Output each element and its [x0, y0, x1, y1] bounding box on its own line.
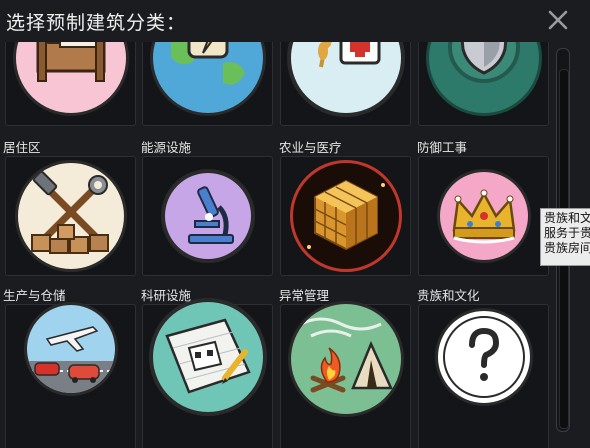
- tooltip-line: 贵族和文: [544, 211, 590, 225]
- category-tile-camping[interactable]: [280, 301, 411, 448]
- crown-icon: [436, 169, 531, 263]
- tooltip-line: 服务于贵: [544, 226, 590, 240]
- energy-globe-icon: [149, 42, 266, 116]
- close-button[interactable]: [544, 6, 572, 34]
- category-tile-defense[interactable]: [418, 42, 549, 126]
- category-tile-transport[interactable]: [5, 302, 136, 448]
- category-label: 贵族和文化: [417, 288, 480, 303]
- blueprint-icon: [148, 298, 267, 416]
- microscope-icon: [160, 169, 255, 263]
- golden-cube-icon: [289, 160, 402, 272]
- category-label: 能源设施: [141, 140, 192, 155]
- category-label: 生产与仓储: [3, 288, 66, 303]
- category-tooltip: 贵族和文 服务于贵 贵族房间: [540, 208, 590, 266]
- category-tile-residential[interactable]: 宿舍: [5, 42, 136, 126]
- bed-icon: 宿舍: [12, 42, 129, 116]
- campfire-tent-icon: [287, 301, 404, 417]
- category-tile-unknown[interactable]: [418, 304, 549, 448]
- category-tile-agri-medical[interactable]: [280, 42, 411, 126]
- category-tile-production[interactable]: [5, 156, 136, 276]
- category-tile-anomaly[interactable]: [280, 156, 411, 276]
- category-grid: 宿舍: [0, 42, 550, 448]
- tools-crates-icon: [14, 160, 127, 272]
- tooltip-line: 贵族房间: [544, 241, 590, 255]
- close-icon: [548, 10, 568, 30]
- category-tile-blueprint[interactable]: [142, 298, 273, 448]
- category-tile-energy[interactable]: [142, 42, 273, 126]
- wheat-medkit-icon: [286, 42, 405, 117]
- category-label: 农业与医疗: [279, 140, 342, 155]
- dialog-title: 选择预制建筑分类：: [6, 12, 187, 34]
- airplane-cars-icon: [23, 302, 118, 396]
- category-tile-nobility[interactable]: [418, 156, 549, 276]
- category-tile-research[interactable]: [142, 156, 273, 276]
- category-label: 防御工事: [417, 140, 468, 155]
- question-mark-icon: [434, 308, 533, 406]
- category-label: 异常管理: [279, 288, 330, 303]
- category-label: 居住区: [3, 140, 41, 155]
- category-label: 科研设施: [141, 288, 192, 303]
- shield-icon: [425, 42, 542, 116]
